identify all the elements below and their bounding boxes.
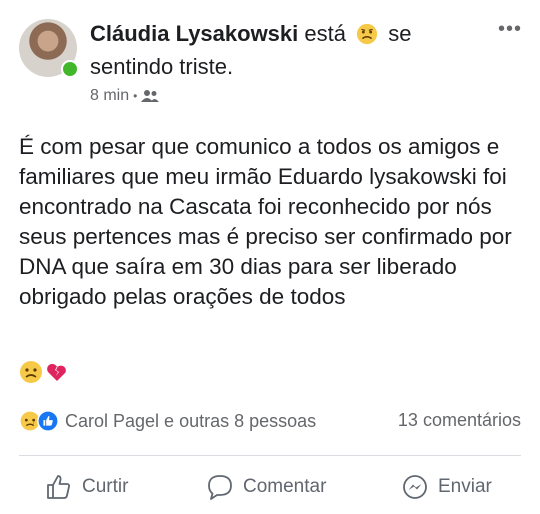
thumbs-up-icon: [47, 475, 70, 499]
more-options-button[interactable]: •••: [498, 18, 522, 41]
post-emojis: [19, 360, 69, 389]
timestamp[interactable]: 8 min: [90, 87, 129, 105]
feeling-label[interactable]: sentindo triste.: [90, 54, 233, 80]
broken-heart-icon: [45, 360, 69, 389]
comment-label: Comentar: [243, 476, 327, 497]
post-meta: 8 min •: [90, 87, 160, 105]
post-text: É com pesar que comunico a todos os amig…: [19, 134, 512, 309]
comment-count[interactable]: 13 comentários: [398, 410, 521, 431]
like-reaction-icon: [37, 410, 59, 432]
reaction-icons: [19, 410, 59, 432]
comment-icon: [208, 475, 232, 500]
messenger-icon: [403, 475, 427, 499]
friends-icon[interactable]: [141, 89, 160, 103]
author-name[interactable]: Cláudia Lysakowski: [90, 21, 298, 46]
reactions-summary-text[interactable]: Carol Pagel e outras 8 pessoas: [65, 411, 316, 432]
send-label: Enviar: [438, 476, 492, 497]
sad-face-emoji-icon: [19, 360, 43, 389]
online-status-dot: [61, 60, 79, 78]
reactions-summary[interactable]: Carol Pagel e outras 8 pessoas: [19, 410, 316, 432]
sad-face-icon: [356, 23, 378, 45]
feeling-verb: está: [304, 21, 346, 46]
like-label: Curtir: [82, 476, 129, 497]
send-button[interactable]: Enviar: [400, 470, 492, 504]
post-header: Cláudia Lysakowski está se: [90, 21, 412, 47]
meta-separator: •: [133, 89, 138, 103]
feeling-pre: se: [388, 21, 412, 46]
comment-button[interactable]: Comentar: [205, 470, 326, 504]
divider: [19, 455, 521, 456]
like-button[interactable]: Curtir: [44, 470, 128, 504]
post-card: Cláudia Lysakowski está se sentindo tris…: [0, 0, 540, 514]
